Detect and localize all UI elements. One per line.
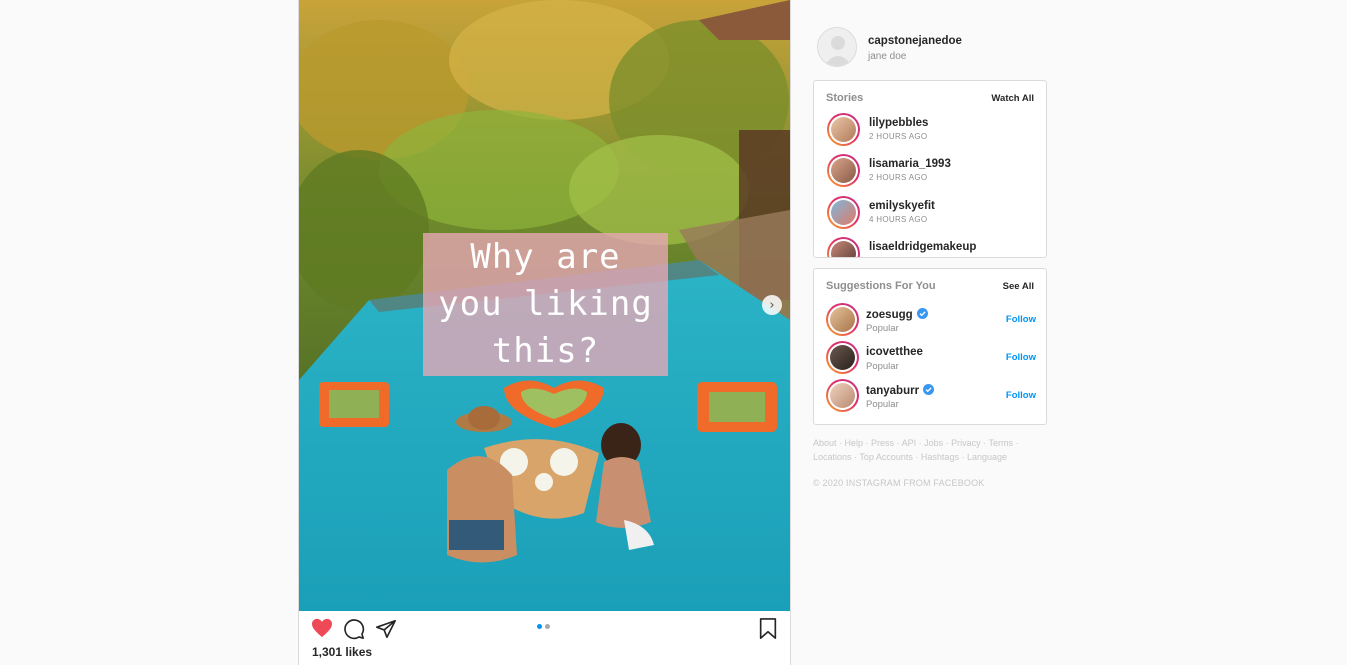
feed-post: Why are you liking this? › 1,301 likes: [298, 0, 791, 665]
comment-icon: [344, 619, 365, 640]
watch-all-link[interactable]: Watch All: [991, 93, 1034, 104]
share-button[interactable]: [375, 618, 399, 640]
heart-icon: [312, 618, 332, 638]
suggestion-avatar[interactable]: [826, 303, 859, 336]
suggestion-username[interactable]: icovetthee: [866, 346, 923, 358]
suggestion-item: tanyaburr Popular Follow: [826, 378, 1036, 414]
story-username: lisamaria_1993: [869, 158, 951, 170]
comment-button[interactable]: [343, 618, 367, 640]
like-button[interactable]: [311, 618, 335, 640]
suggestion-item: icovetthee Popular Follow: [826, 340, 1036, 376]
footer-link-privacy[interactable]: Privacy: [951, 438, 981, 448]
story-time: 2 HOURS AGO: [869, 132, 928, 141]
story-item[interactable]: lisaeldridgemakeup: [826, 237, 1036, 257]
story-avatar: [827, 113, 860, 146]
suggestions-panel: Suggestions For You See All zoesugg Popu…: [813, 268, 1047, 425]
footer-link-locations[interactable]: Locations: [813, 452, 852, 462]
suggestion-username[interactable]: tanyaburr: [866, 384, 935, 397]
post-action-bar: [299, 611, 790, 645]
text-overlay: Why are you liking this?: [423, 233, 668, 376]
post-image[interactable]: Why are you liking this? ›: [299, 0, 790, 611]
stories-header: Stories Watch All: [826, 92, 1034, 106]
story-avatar: [827, 196, 860, 229]
footer-links: About · Help · Press · API · Jobs · Priv…: [813, 438, 1019, 462]
overlay-text: Why are you liking this?: [438, 237, 653, 371]
story-username: lilypebbles: [869, 117, 929, 129]
current-user-profile: capstonejanedoe jane doe: [817, 27, 1057, 67]
footer-link-jobs[interactable]: Jobs: [924, 438, 943, 448]
suggestion-username[interactable]: zoesugg: [866, 308, 928, 321]
story-username: emilyskyefit: [869, 200, 935, 212]
suggestion-username-text: tanyaburr: [866, 385, 920, 397]
footer-link-press[interactable]: Press: [871, 438, 894, 448]
suggestion-item: zoesugg Popular Follow: [826, 302, 1036, 338]
footer-link-api[interactable]: API: [902, 438, 917, 448]
carousel-dot: [537, 624, 542, 629]
default-avatar-icon: [818, 28, 856, 66]
likes-count[interactable]: 1,301 likes: [312, 645, 372, 659]
footer-link-top-accounts[interactable]: Top Accounts: [859, 452, 913, 462]
stories-panel: Stories Watch All lilypebbles 2 HOURS AG…: [813, 80, 1047, 258]
profile-username[interactable]: capstonejanedoe: [868, 35, 962, 47]
see-all-link[interactable]: See All: [1003, 281, 1034, 292]
suggestion-subtitle: Popular: [866, 361, 899, 372]
verified-badge-icon: [923, 384, 935, 395]
suggestion-username-text: icovetthee: [866, 346, 923, 358]
footer-link-help[interactable]: Help: [845, 438, 864, 448]
story-avatar: [827, 154, 860, 187]
avatar[interactable]: [817, 27, 857, 67]
save-button[interactable]: [758, 618, 782, 640]
suggestion-subtitle: Popular: [866, 323, 899, 334]
follow-button[interactable]: Follow: [1006, 390, 1036, 401]
send-icon: [376, 619, 396, 639]
bookmark-icon: [759, 618, 777, 639]
footer-link-hashtags[interactable]: Hashtags: [921, 452, 959, 462]
story-item[interactable]: lilypebbles 2 HOURS AGO: [826, 113, 1036, 149]
follow-button[interactable]: Follow: [1006, 314, 1036, 325]
footer-link-language[interactable]: Language: [967, 452, 1007, 462]
suggestion-username-text: zoesugg: [866, 309, 913, 321]
copyright: © 2020 INSTAGRAM FROM FACEBOOK: [813, 478, 985, 488]
story-avatar: [827, 237, 860, 257]
profile-full-name: jane doe: [868, 51, 907, 62]
suggestion-subtitle: Popular: [866, 399, 899, 410]
stories-title: Stories: [826, 92, 864, 104]
suggestions-header: Suggestions For You See All: [826, 280, 1034, 294]
story-item[interactable]: lisamaria_1993 2 HOURS AGO: [826, 154, 1036, 190]
footer-link-terms[interactable]: Terms: [988, 438, 1013, 448]
chevron-right-icon: ›: [769, 297, 775, 313]
follow-button[interactable]: Follow: [1006, 352, 1036, 363]
suggestions-title: Suggestions For You: [826, 280, 936, 292]
footer-link-about[interactable]: About: [813, 438, 837, 448]
story-time: 4 HOURS AGO: [869, 215, 928, 224]
story-time: 2 HOURS AGO: [869, 173, 928, 182]
carousel-dot: [545, 624, 550, 629]
carousel-indicator: [537, 624, 550, 629]
carousel-next-button[interactable]: ›: [762, 295, 782, 315]
story-item[interactable]: emilyskyefit 4 HOURS AGO: [826, 196, 1036, 232]
story-username: lisaeldridgemakeup: [869, 241, 977, 253]
suggestion-avatar[interactable]: [826, 379, 859, 412]
verified-badge-icon: [916, 308, 928, 319]
suggestion-avatar[interactable]: [826, 341, 859, 374]
